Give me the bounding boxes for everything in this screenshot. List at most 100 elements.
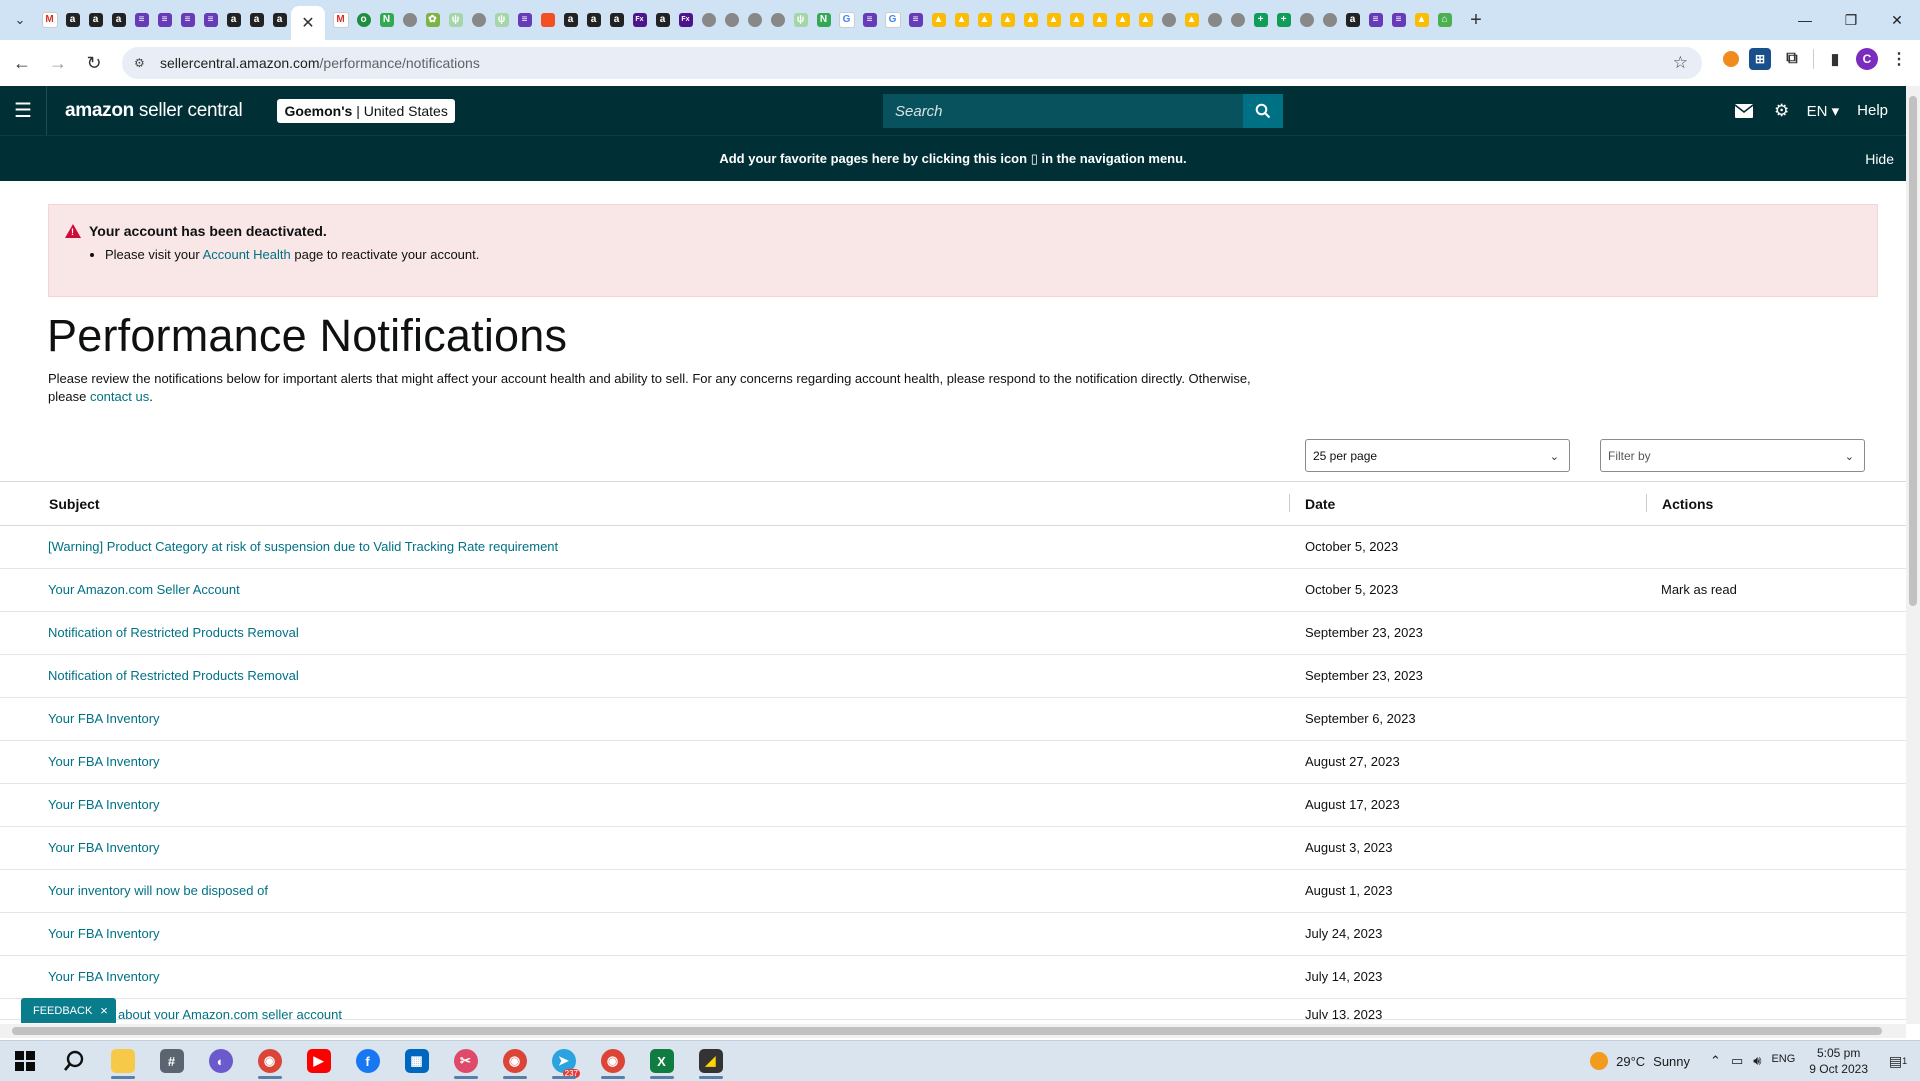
header-subject[interactable]: Subject: [49, 496, 100, 512]
tab-forms[interactable]: ≡: [176, 3, 199, 37]
side-panel-icon[interactable]: ▮: [1824, 48, 1846, 70]
tab-green[interactable]: ⌂: [1433, 3, 1456, 37]
tab-sheets[interactable]: +: [1272, 3, 1295, 37]
tab-drive[interactable]: ▲: [973, 3, 996, 37]
tab-search-chevron-icon[interactable]: ⌄: [6, 6, 34, 34]
horizontal-scrollbar[interactable]: [0, 1024, 1906, 1038]
notification-subject-link[interactable]: about your Amazon.com seller account: [118, 1007, 342, 1019]
tab-google[interactable]: G: [881, 3, 904, 37]
account-health-link[interactable]: Account Health: [203, 247, 291, 262]
tab-amazon[interactable]: a: [107, 3, 130, 37]
notification-subject-link[interactable]: Your FBA Inventory: [48, 797, 160, 812]
tab-drive[interactable]: ▲: [1180, 3, 1203, 37]
volume-icon[interactable]: 🔊︎: [1753, 1053, 1761, 1069]
tab-forms[interactable]: ≡: [904, 3, 927, 37]
notification-subject-link[interactable]: Your FBA Inventory: [48, 711, 160, 726]
tab-amazon[interactable]: a: [1341, 3, 1364, 37]
copilot-button[interactable]: ◐: [196, 1041, 245, 1081]
back-icon[interactable]: ←: [8, 49, 36, 77]
tab-green[interactable]: N: [812, 3, 835, 37]
search-input[interactable]: [883, 94, 1243, 128]
youtube-button[interactable]: ▶: [294, 1041, 343, 1081]
mark-as-read-link[interactable]: Mark as read: [1661, 582, 1737, 597]
tab-green[interactable]: o: [352, 3, 375, 37]
restore-icon[interactable]: ❐: [1828, 0, 1874, 40]
tab-ms[interactable]: [536, 3, 559, 37]
scrollbar-thumb[interactable]: [1909, 96, 1917, 606]
new-tab-button[interactable]: +: [1462, 9, 1490, 32]
forward-icon[interactable]: →: [44, 49, 72, 77]
address-bar[interactable]: ⚙ sellercentral.amazon.com/performance/n…: [122, 47, 1702, 79]
notification-subject-link[interactable]: Notification of Restricted Products Remo…: [48, 625, 299, 640]
start-button[interactable]: [0, 1041, 49, 1081]
tab-plant[interactable]: ψ: [444, 3, 467, 37]
tab-globe[interactable]: [1157, 3, 1180, 37]
tab-drive[interactable]: ▲: [927, 3, 950, 37]
help-link[interactable]: Help: [1853, 102, 1896, 119]
chevron-up-icon[interactable]: ⌃: [1710, 1053, 1721, 1069]
tab-drive[interactable]: ▲: [1410, 3, 1433, 37]
notification-subject-link[interactable]: Your FBA Inventory: [48, 754, 160, 769]
telegram-button[interactable]: ➤ 237: [539, 1041, 588, 1081]
account-switcher[interactable]: Goemon's | United States: [277, 98, 455, 123]
profile-avatar[interactable]: C: [1856, 48, 1878, 70]
tab-drive[interactable]: ▲: [950, 3, 973, 37]
chrome-button[interactable]: ◉: [245, 1041, 294, 1081]
header-date[interactable]: Date: [1305, 496, 1335, 512]
filter-select[interactable]: Filter by ⌄: [1600, 439, 1865, 472]
tab-fedex[interactable]: Fx: [674, 3, 697, 37]
tab-amazon[interactable]: a: [245, 3, 268, 37]
notification-subject-link[interactable]: [Warning] Product Category at risk of su…: [48, 539, 558, 554]
notification-subject-link[interactable]: Your FBA Inventory: [48, 969, 160, 984]
extensions-puzzle-icon[interactable]: ⧉: [1781, 48, 1803, 70]
site-info-icon[interactable]: ⚙: [134, 56, 148, 70]
tab-plant[interactable]: ψ: [789, 3, 812, 37]
vertical-scrollbar[interactable]: [1906, 86, 1920, 1024]
tab-green[interactable]: N: [375, 3, 398, 37]
tab-forms[interactable]: ≡: [130, 3, 153, 37]
tab-amazon[interactable]: a: [605, 3, 628, 37]
tab-amazon[interactable]: a: [61, 3, 84, 37]
bookmark-star-icon[interactable]: ☆: [1673, 53, 1688, 73]
tab-forms[interactable]: ≡: [858, 3, 881, 37]
notification-center-icon[interactable]: ▤ 1: [1886, 1049, 1910, 1073]
tab-amazon[interactable]: a: [559, 3, 582, 37]
tab-globe[interactable]: [1203, 3, 1226, 37]
url-text[interactable]: sellercentral.amazon.com/performance/not…: [160, 55, 480, 71]
tab-globe[interactable]: [766, 3, 789, 37]
extension-blue-icon[interactable]: ⊞: [1749, 48, 1771, 70]
notification-subject-link[interactable]: Your FBA Inventory: [48, 840, 160, 855]
tab-amazon[interactable]: a: [222, 3, 245, 37]
tab-globe[interactable]: [398, 3, 421, 37]
tab-gmail[interactable]: M: [38, 3, 61, 37]
tab-amazon[interactable]: a: [582, 3, 605, 37]
scrollbar-thumb[interactable]: [12, 1027, 1882, 1035]
notification-subject-link[interactable]: Your FBA Inventory: [48, 926, 160, 941]
settings-gear-icon[interactable]: ⚙: [1763, 86, 1801, 135]
network-icon[interactable]: ▭: [1731, 1053, 1743, 1069]
tab-forms[interactable]: ≡: [513, 3, 536, 37]
hamburger-menu-icon[interactable]: ☰: [0, 86, 47, 135]
active-tab-close-icon[interactable]: ✕: [291, 6, 325, 40]
tab-forms[interactable]: ≡: [153, 3, 176, 37]
tab-gmail[interactable]: M: [329, 3, 352, 37]
tab-plant[interactable]: ψ: [490, 3, 513, 37]
tab-green[interactable]: ✿: [421, 3, 444, 37]
close-feedback-icon[interactable]: ×: [100, 1003, 108, 1018]
sticky-notes-button[interactable]: ◢: [686, 1041, 735, 1081]
contact-us-link[interactable]: contact us: [90, 389, 149, 404]
tab-forms[interactable]: ≡: [1364, 3, 1387, 37]
hide-banner-button[interactable]: Hide: [1865, 151, 1894, 167]
chrome-profile-button[interactable]: ◉: [490, 1041, 539, 1081]
excel-button[interactable]: X: [637, 1041, 686, 1081]
tab-amazon[interactable]: a: [268, 3, 291, 37]
tab-globe[interactable]: [697, 3, 720, 37]
browser-menu-icon[interactable]: ⋮: [1888, 48, 1910, 70]
file-explorer-button[interactable]: [98, 1041, 147, 1081]
notification-subject-link[interactable]: Your inventory will now be disposed of: [48, 883, 268, 898]
tab-globe[interactable]: [467, 3, 490, 37]
tab-sheets[interactable]: +: [1249, 3, 1272, 37]
facebook-button[interactable]: f: [343, 1041, 392, 1081]
tab-globe[interactable]: [1226, 3, 1249, 37]
minimize-icon[interactable]: —: [1782, 0, 1828, 40]
